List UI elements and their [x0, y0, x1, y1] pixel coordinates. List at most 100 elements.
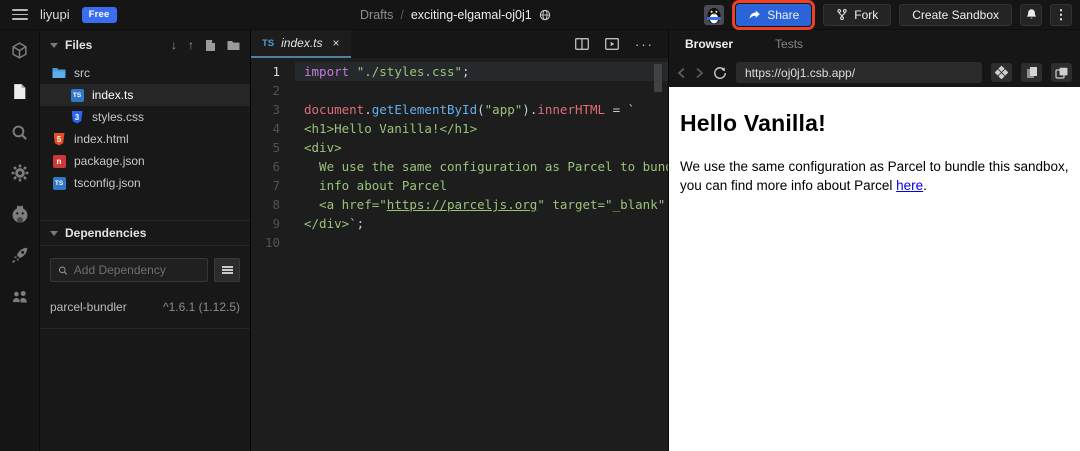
refresh-icon[interactable] — [713, 66, 727, 80]
tree-item-index-ts[interactable]: TS index.ts — [40, 84, 250, 106]
line-number: 1 — [272, 64, 280, 79]
file-name: index.ts — [92, 88, 134, 102]
code-line[interactable]: We use the same configuration as Parcel … — [295, 157, 668, 176]
close-tab-icon[interactable]: × — [330, 36, 340, 50]
code-line[interactable] — [295, 81, 668, 100]
fork-button[interactable]: Fork — [823, 3, 892, 26]
open-preview-icon[interactable] — [605, 38, 619, 50]
tab-filename: index.ts — [281, 36, 323, 50]
split-editor-icon[interactable] — [575, 38, 589, 50]
collapse-caret-icon[interactable] — [50, 230, 58, 236]
tree-item-index-html[interactable]: 5 index.html — [40, 128, 250, 150]
line-number: 3 — [272, 102, 280, 117]
upload-icon[interactable]: ↑ — [188, 38, 194, 52]
breadcrumb-separator: / — [400, 8, 404, 22]
breadcrumb-folder[interactable]: Drafts — [360, 8, 393, 22]
dependency-list-button[interactable] — [214, 258, 240, 282]
fork-icon — [837, 9, 847, 20]
code-line[interactable]: <h1>Hello Vanilla!</h1> — [295, 119, 668, 138]
sandbox-info-icon[interactable] — [11, 41, 29, 59]
responsive-mode-button[interactable] — [991, 63, 1012, 82]
parcel-here-link[interactable]: here — [896, 178, 923, 193]
github-icon[interactable] — [11, 205, 29, 223]
folder-open-icon — [52, 66, 66, 80]
line-number: 9 — [272, 216, 280, 231]
export-icon[interactable]: ↓ — [171, 38, 177, 52]
breadcrumb: Drafts / exciting-elgamal-oj0j1 — [360, 0, 551, 30]
line-number: 10 — [264, 235, 280, 250]
code-line[interactable]: <a href="https://parceljs.org" target="_… — [295, 195, 668, 214]
sandbox-title[interactable]: exciting-elgamal-oj0j1 — [411, 8, 532, 22]
back-icon[interactable] — [677, 67, 686, 79]
editor-tab-bar: TS index.ts × ··· — [251, 30, 668, 58]
new-folder-icon[interactable] — [227, 40, 240, 51]
html-file-icon: 5 — [52, 132, 66, 146]
menu-icon[interactable] — [12, 9, 28, 20]
fork-label: Fork — [854, 7, 879, 22]
deployment-rocket-icon[interactable] — [11, 246, 29, 264]
notifications-button[interactable] — [1020, 3, 1042, 26]
copy-url-button[interactable] — [1021, 63, 1042, 82]
share-label: Share — [767, 7, 800, 22]
tree-item-src[interactable]: src — [40, 62, 250, 84]
file-tree: src TS index.ts 3 styles.css 5 index.htm… — [40, 60, 250, 194]
live-collaboration-icon[interactable] — [11, 287, 29, 305]
editor-panel: TS index.ts × ··· 1 2 3 4 5 6 7 8 9 10 import "./… — [251, 30, 668, 451]
bell-icon — [1026, 9, 1036, 19]
add-dependency-field[interactable] — [50, 258, 208, 282]
line-number: 4 — [272, 121, 280, 136]
open-new-window-button[interactable] — [1051, 63, 1072, 82]
tab-browser[interactable]: Browser — [685, 37, 733, 51]
tab-tests[interactable]: Tests — [775, 37, 803, 51]
files-panel: Files ↓ ↑ src TS index.ts 3 styles.css 5… — [40, 30, 251, 451]
globe-icon — [539, 9, 550, 21]
user-avatar[interactable] — [704, 4, 725, 25]
settings-gear-icon[interactable] — [11, 164, 29, 182]
more-options-button[interactable]: ⋮ — [1050, 3, 1072, 26]
code-editor[interactable]: 1 2 3 4 5 6 7 8 9 10 import "./styles.css"; docume… — [251, 58, 668, 451]
search-icon — [58, 266, 68, 275]
create-sandbox-button[interactable]: Create Sandbox — [899, 3, 1012, 26]
editor-scrollbar-thumb[interactable] — [654, 64, 662, 92]
preview-tab-bar: Browser Tests — [669, 30, 1080, 58]
dependency-version: ^1.6.1 (1.12.5) — [162, 300, 240, 314]
line-number: 2 — [272, 83, 280, 98]
file-explorer-icon[interactable] — [11, 82, 29, 100]
new-file-icon[interactable] — [205, 39, 216, 52]
code-line[interactable]: </div>`; — [295, 214, 668, 233]
list-icon — [221, 266, 233, 274]
username-label: liyupi — [40, 7, 70, 22]
create-sandbox-label: Create Sandbox — [912, 7, 999, 22]
typescript-file-icon: TS — [52, 176, 66, 190]
editor-more-icon[interactable]: ··· — [635, 37, 654, 52]
code-line[interactable]: <div> — [295, 138, 668, 157]
tab-index-ts[interactable]: TS index.ts × — [251, 30, 351, 58]
preview-heading: Hello Vanilla! — [680, 110, 826, 136]
share-button[interactable]: Share — [736, 3, 812, 26]
collapse-caret-icon[interactable] — [50, 42, 58, 48]
codesandbox-app: liyupi Free Drafts / exciting-elgamal-oj… — [0, 0, 1080, 451]
file-name: styles.css — [92, 110, 145, 124]
line-number: 6 — [272, 159, 280, 174]
browser-navigation-bar — [669, 58, 1080, 87]
preview-paragraph: We use the same configuration as Parcel … — [680, 159, 1069, 194]
url-bar[interactable] — [736, 62, 982, 83]
code-line[interactable] — [295, 233, 668, 252]
css-file-icon: 3 — [70, 110, 84, 124]
code-line[interactable]: info about Parcel — [295, 176, 668, 195]
browser-panel: Browser Tests https://oj0j1.csb.app/ Hel… — [668, 30, 1080, 451]
tree-item-tsconfig-json[interactable]: TS tsconfig.json — [40, 172, 250, 194]
gutter: 1 2 3 4 5 6 7 8 9 10 — [251, 62, 295, 451]
url-input[interactable] — [745, 65, 973, 80]
forward-icon[interactable] — [695, 67, 704, 79]
add-dependency-input[interactable] — [73, 263, 200, 277]
search-icon[interactable] — [11, 123, 29, 141]
tree-item-package-json[interactable]: n package.json — [40, 150, 250, 172]
code-line[interactable]: import "./styles.css"; — [295, 62, 668, 81]
dependency-name: parcel-bundler — [50, 300, 127, 314]
dependency-row[interactable]: parcel-bundler ^1.6.1 (1.12.5) — [40, 292, 250, 328]
code-line[interactable]: document.getElementById("app").innerHTML… — [295, 100, 668, 119]
tree-item-styles-css[interactable]: 3 styles.css — [40, 106, 250, 128]
kebab-icon: ⋮ — [1054, 7, 1068, 22]
dependency-search-row — [40, 246, 250, 292]
